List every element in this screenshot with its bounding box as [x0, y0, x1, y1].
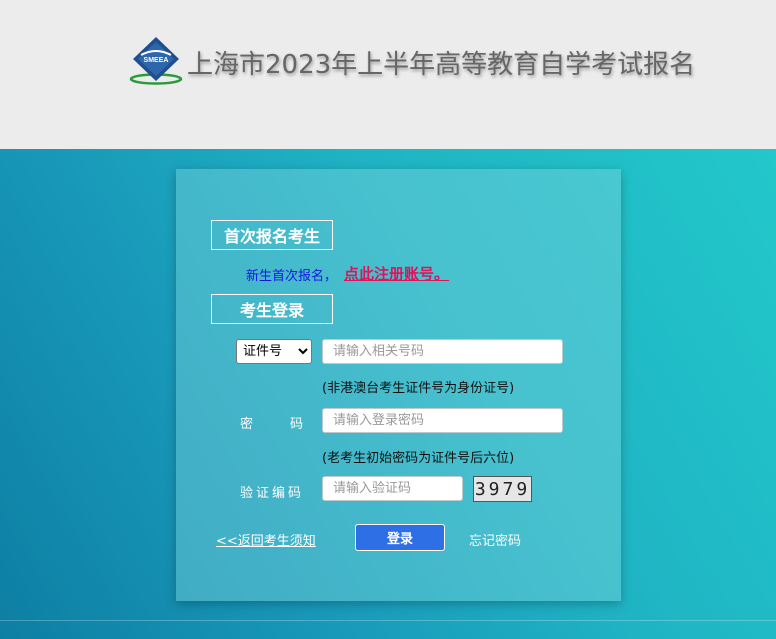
- id-hint: (非港澳台考生证件号为身份证号): [322, 381, 515, 396]
- first-time-section-label: 首次报名考生: [211, 220, 333, 250]
- smeea-logo-icon: SMEEA: [129, 37, 183, 85]
- back-to-notice-link[interactable]: <<返回考生须知: [216, 530, 316, 549]
- forgot-password-link[interactable]: 忘记密码: [469, 530, 521, 549]
- id-type-select[interactable]: 证件号: [236, 339, 312, 364]
- bottom-divider: [0, 620, 776, 621]
- captcha-input[interactable]: [322, 476, 463, 501]
- login-button[interactable]: 登录: [355, 524, 445, 551]
- register-link[interactable]: 点此注册账号。: [344, 263, 449, 284]
- new-student-prompt: 新生首次报名，: [246, 269, 338, 284]
- login-panel: 首次报名考生 新生首次报名， 点此注册账号。 考生登录 证件号 (非港澳台考生证…: [176, 169, 621, 601]
- captcha-label: 验证编码: [240, 486, 305, 501]
- page-header: SMEEA 上海市2023年上半年高等教育自学考试报名: [0, 0, 776, 149]
- captcha-image[interactable]: 3979: [473, 476, 532, 502]
- password-hint: (老考生初始密码为证件号后六位): [322, 451, 515, 466]
- id-number-input[interactable]: [322, 339, 563, 364]
- password-input[interactable]: [322, 408, 563, 433]
- page-title: 上海市2023年上半年高等教育自学考试报名: [187, 50, 696, 80]
- login-section-label: 考生登录: [211, 294, 333, 324]
- logo-text: SMEEA: [144, 57, 169, 64]
